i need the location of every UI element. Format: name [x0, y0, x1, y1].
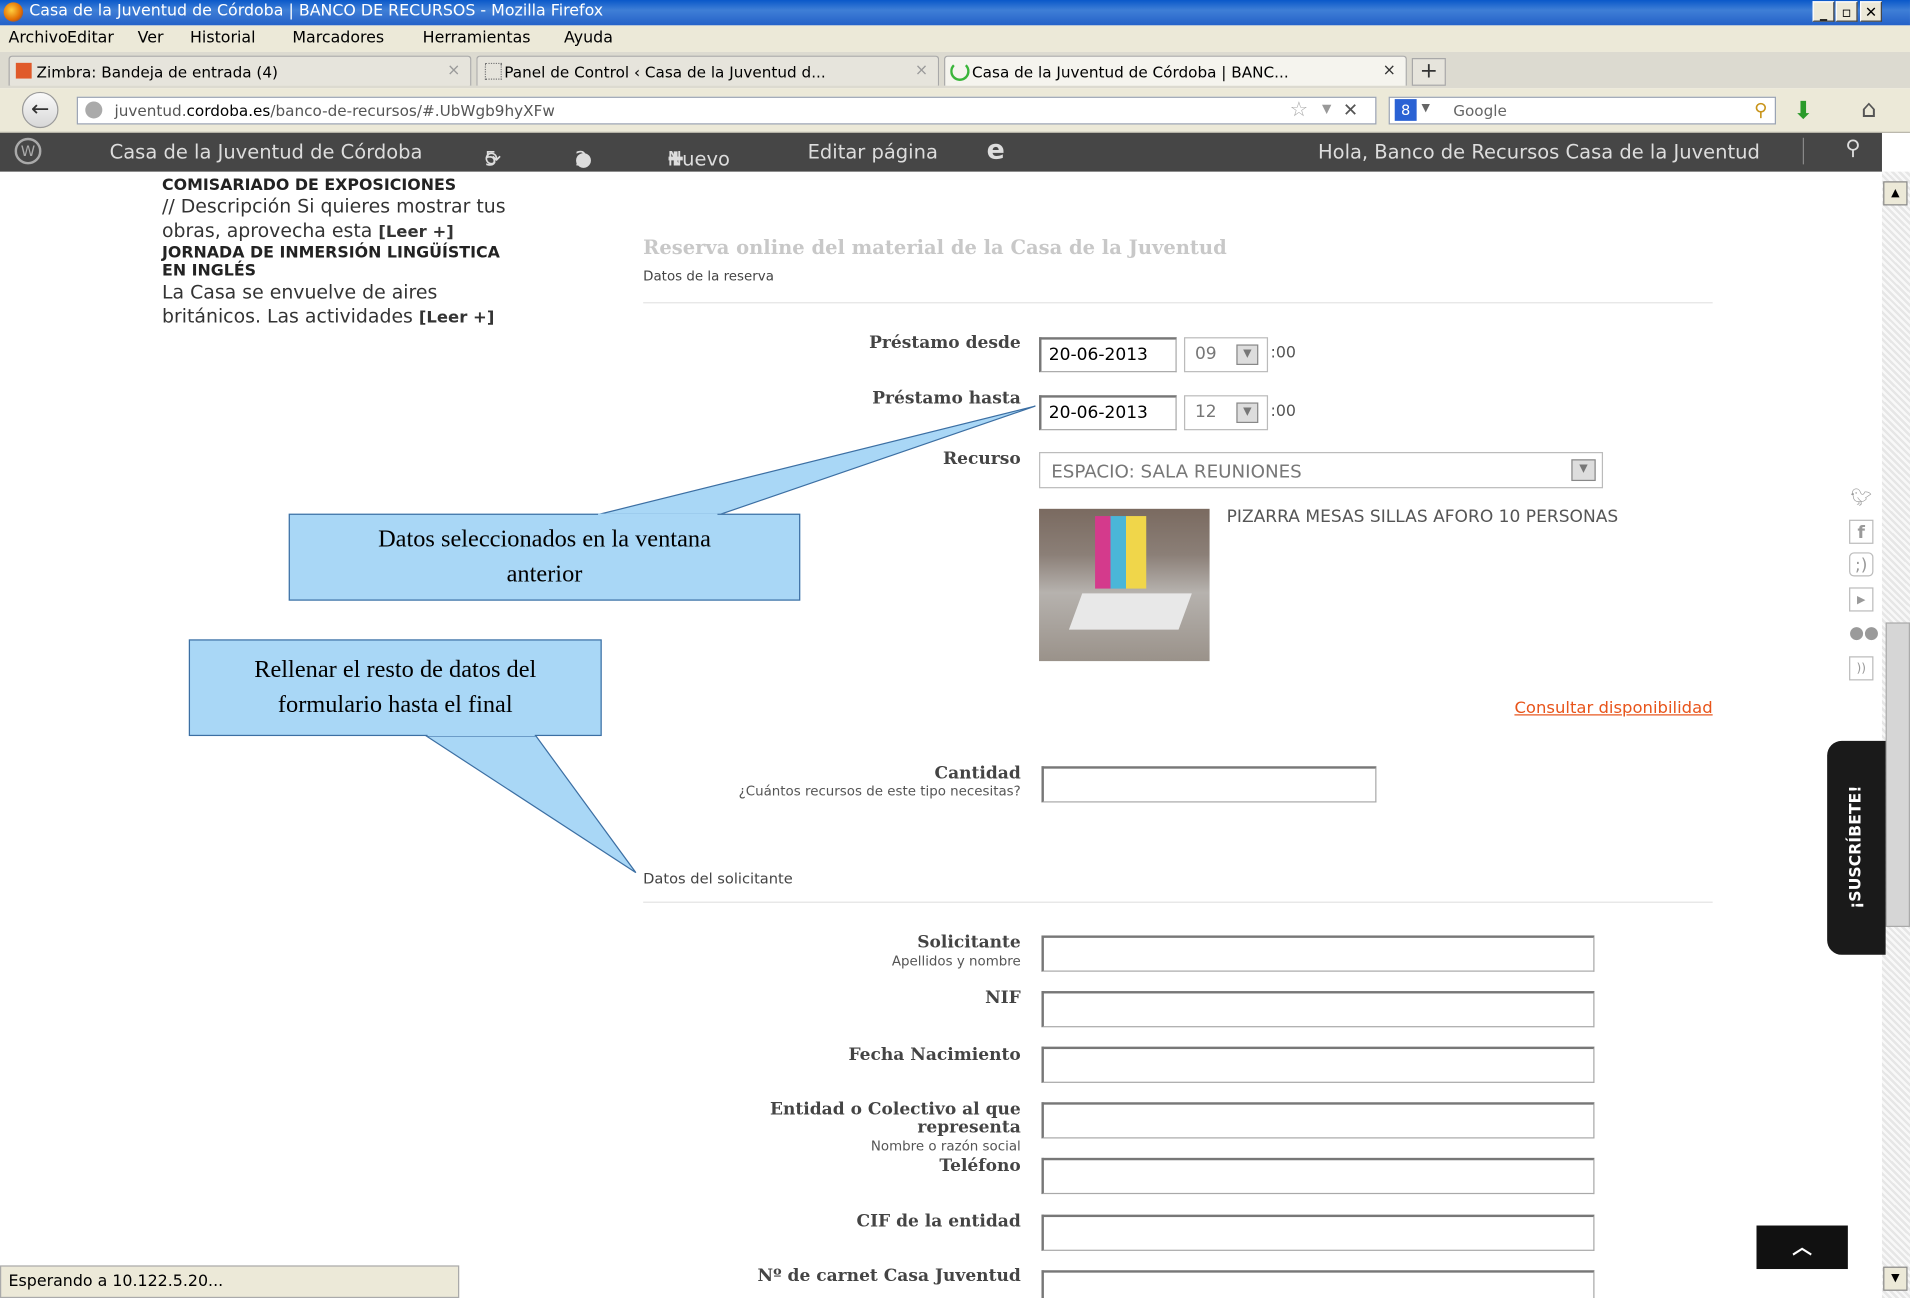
- pointer-join: [427, 733, 535, 737]
- callout-text: Rellenar el resto de datos del: [254, 656, 537, 683]
- subscribe-label: ¡SUSCRÍBETE!: [1847, 785, 1866, 909]
- callout-1-pointer: [596, 405, 1036, 516]
- callout-text: Datos seleccionados en la ventana: [378, 525, 711, 553]
- chevron-up-icon: ︿: [1792, 1235, 1812, 1259]
- callout-text: formulario hasta el final: [277, 691, 513, 718]
- back-to-top-button[interactable]: ︿: [1756, 1225, 1848, 1270]
- callout-2-pointer: [424, 735, 637, 874]
- pointer-join: [598, 513, 718, 517]
- subscribe-tab[interactable]: ¡SUSCRÍBETE!: [1827, 740, 1886, 955]
- rss-icon[interactable]: )): [1849, 656, 1874, 681]
- flickr-icon[interactable]: ●●: [1849, 621, 1879, 645]
- callout-datos-seleccionados: Datos seleccionados en la ventana anteri…: [288, 513, 801, 601]
- facebook-icon[interactable]: f: [1849, 519, 1874, 544]
- callout-text: anterior: [506, 560, 583, 588]
- status-bar: Esperando a 10.122.5.20...: [0, 1265, 460, 1298]
- callout-rellenar: Rellenar el resto de datos del formulari…: [188, 639, 602, 737]
- youtube-icon[interactable]: ▶: [1849, 587, 1874, 612]
- twitter-icon[interactable]: 🐦︎: [1849, 486, 1873, 510]
- tuenti-icon[interactable]: ;): [1849, 552, 1874, 577]
